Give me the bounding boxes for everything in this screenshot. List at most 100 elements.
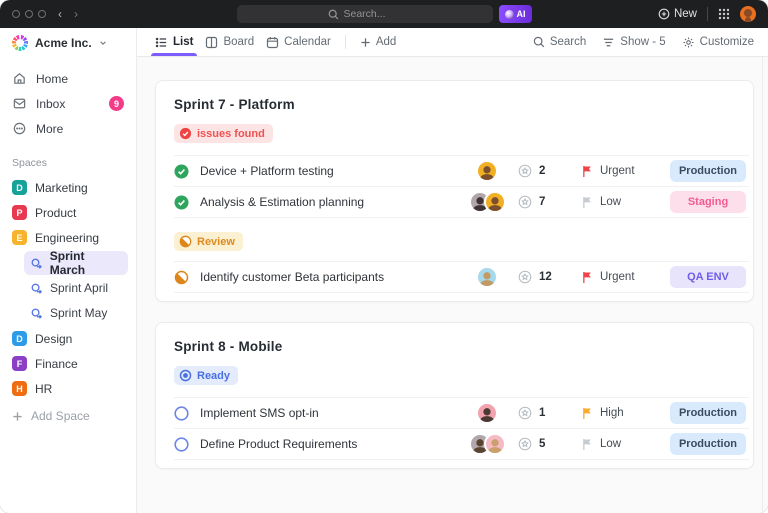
env-tag[interactable]: Staging	[670, 191, 746, 213]
sprint-points: 7	[518, 195, 582, 209]
task-name[interactable]: Device + Platform testing	[190, 164, 456, 178]
window-dot[interactable]	[25, 10, 33, 18]
user-avatar[interactable]	[740, 6, 756, 22]
back-icon[interactable]: ‹	[58, 7, 62, 21]
ai-label: AI	[517, 9, 526, 19]
tab-board[interactable]: Board	[199, 28, 260, 56]
add-space-label: Add Space	[31, 409, 90, 423]
sidebar-space-finance[interactable]: F Finance	[0, 351, 136, 376]
task-row[interactable]: Identify customer Beta participants 12 U…	[174, 261, 749, 292]
assignee-avatars[interactable]	[456, 402, 518, 424]
assignee-avatars[interactable]	[456, 433, 518, 455]
priority-label: High	[600, 407, 624, 419]
assignee-avatars[interactable]	[456, 266, 518, 288]
home-icon	[12, 71, 27, 86]
sprint-label: Sprint April	[50, 281, 108, 295]
status-done-icon[interactable]	[174, 164, 190, 179]
review-status-badge[interactable]: Review	[174, 232, 243, 251]
workspace-switcher[interactable]: Acme Inc.	[0, 28, 136, 58]
assignee-avatars[interactable]	[456, 191, 518, 213]
sidebar-space-product[interactable]: P Product	[0, 200, 136, 225]
sprint-label: Sprint March	[50, 249, 122, 277]
sidebar-item-more[interactable]: More	[8, 116, 128, 141]
tab-list[interactable]: List	[149, 28, 199, 56]
priority[interactable]: Urgent	[582, 271, 670, 284]
task-name[interactable]: Analysis & Estimation planning	[190, 195, 456, 209]
new-button[interactable]: New	[658, 8, 697, 20]
global-search-input[interactable]	[344, 8, 402, 20]
plus-icon	[360, 37, 371, 48]
divider	[345, 35, 346, 49]
task-rows: Identify customer Beta participants 12 U…	[174, 261, 749, 293]
scrollbar[interactable]	[762, 57, 763, 513]
show-filter-button[interactable]: Show - 5	[602, 36, 665, 49]
more-icon	[12, 121, 27, 136]
sidebar-sprint-march[interactable]: Sprint March	[24, 251, 128, 275]
status-open-icon[interactable]	[174, 437, 190, 452]
ai-button[interactable]: AI	[499, 5, 532, 23]
window-controls[interactable]	[12, 10, 46, 18]
chevron-down-icon	[99, 39, 107, 47]
sprint-points: 12	[518, 270, 582, 284]
priority[interactable]: Urgent	[582, 165, 670, 178]
task-name[interactable]: Define Product Requirements	[190, 437, 456, 451]
toolbar-right: Search Show - 5 Customize	[533, 36, 754, 49]
top-bar: ‹ › AI New	[0, 0, 768, 28]
assignee-avatars[interactable]	[456, 160, 518, 182]
env-tag[interactable]: Production	[670, 160, 746, 182]
customize-button[interactable]: Customize	[682, 36, 754, 49]
sidebar-item-home[interactable]: Home	[8, 66, 128, 91]
sidebar-sprint-may[interactable]: Sprint May	[24, 301, 128, 325]
space-avatar: P	[12, 205, 27, 220]
env-tag[interactable]: QA ENV	[670, 266, 746, 288]
tab-calendar[interactable]: Calendar	[260, 28, 337, 56]
board-view-icon	[205, 36, 218, 49]
history-nav: ‹ ›	[58, 7, 78, 21]
divider	[707, 7, 708, 21]
space-label: HR	[35, 382, 52, 396]
sidebar-space-marketing[interactable]: D Marketing	[0, 175, 136, 200]
points-value: 2	[539, 165, 545, 177]
sidebar-space-design[interactable]: D Design	[0, 326, 136, 351]
sidebar-sprint-april[interactable]: Sprint April	[24, 276, 128, 300]
space-avatar: D	[12, 180, 27, 195]
task-row[interactable]: Implement SMS opt-in 1 High	[174, 397, 749, 428]
space-label: Finance	[35, 357, 78, 371]
priority[interactable]: Low	[582, 196, 670, 209]
group-status-badge[interactable]: issues found	[174, 124, 273, 143]
sidebar-space-engineering[interactable]: E Engineering	[0, 225, 136, 250]
task-row[interactable]: Analysis & Estimation planning 7	[174, 186, 749, 217]
priority[interactable]: High	[582, 407, 670, 420]
priority-label: Low	[600, 438, 621, 450]
task-row[interactable]: Device + Platform testing 2 Urgent	[174, 155, 749, 186]
apps-grid-icon[interactable]	[718, 8, 730, 20]
window-dot[interactable]	[12, 10, 20, 18]
sidebar-item-inbox[interactable]: Inbox 9	[8, 91, 128, 116]
priority-label: Low	[600, 196, 621, 208]
inbox-icon	[12, 96, 27, 111]
task-name[interactable]: Identify customer Beta participants	[190, 270, 456, 284]
status-open-icon[interactable]	[174, 406, 190, 421]
window-dot[interactable]	[38, 10, 46, 18]
sidebar-space-hr[interactable]: H HR	[0, 376, 136, 401]
points-value: 7	[539, 196, 545, 208]
group-status-badge[interactable]: Ready	[174, 366, 238, 385]
status-done-icon[interactable]	[174, 195, 190, 210]
status-review-icon[interactable]	[174, 270, 190, 285]
space-label: Marketing	[35, 181, 88, 195]
task-name[interactable]: Implement SMS opt-in	[190, 406, 456, 420]
add-view-button[interactable]: Add	[354, 28, 402, 56]
env-tag[interactable]: Production	[670, 402, 746, 424]
forward-icon[interactable]: ›	[74, 7, 78, 21]
search-label: Search	[550, 36, 586, 48]
inbox-count-badge: 9	[109, 96, 124, 111]
search-icon	[328, 9, 339, 20]
global-search[interactable]	[237, 5, 493, 23]
space-label: Design	[35, 332, 72, 346]
search-button[interactable]: Search	[533, 36, 586, 48]
task-row[interactable]: Define Product Requirements 5	[174, 428, 749, 459]
points-value: 12	[539, 271, 552, 283]
priority[interactable]: Low	[582, 438, 670, 451]
env-tag[interactable]: Production	[670, 433, 746, 455]
add-space-button[interactable]: Add Space	[12, 409, 128, 423]
